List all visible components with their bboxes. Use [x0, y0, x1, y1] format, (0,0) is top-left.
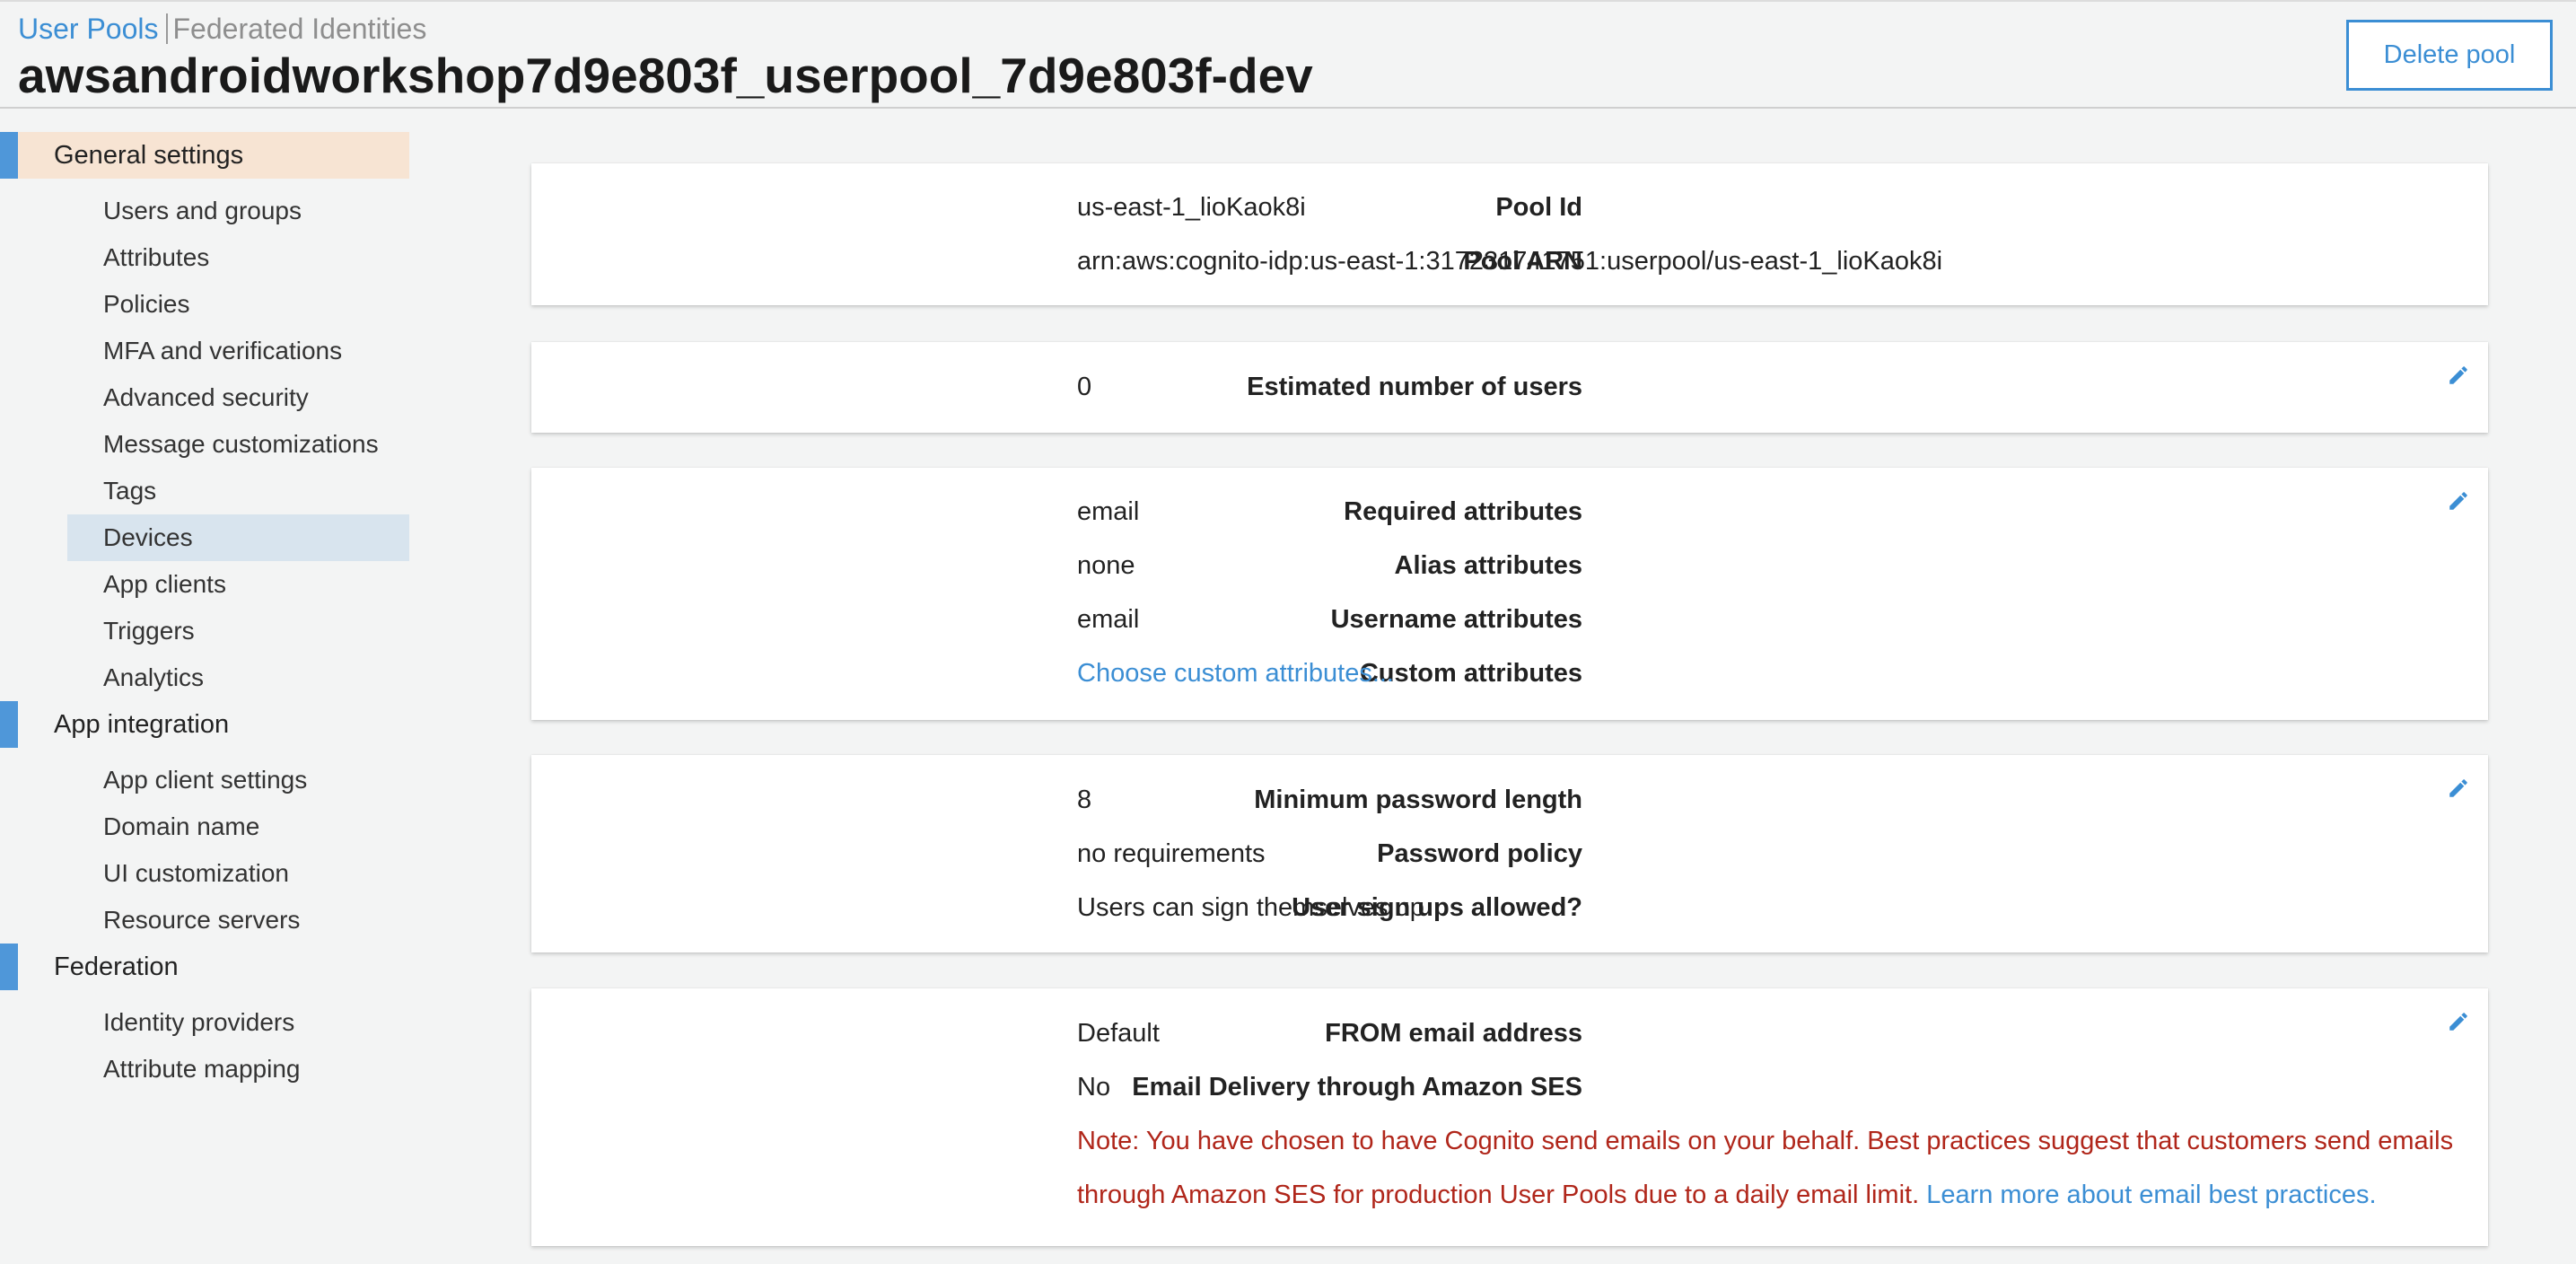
sidebar-section-label: App integration: [54, 710, 230, 739]
breadcrumb-separator: [165, 13, 168, 44]
sidebar-item-label: App clients: [103, 570, 226, 598]
email-card: FROM email address Default Email Deliver…: [531, 988, 2488, 1246]
email-best-practices-link[interactable]: Learn more about email best practices.: [1926, 1181, 2376, 1209]
min-password-length-label: Minimum password length: [1254, 786, 1582, 814]
user-signups-value: Users can sign themselves up: [1077, 893, 1424, 922]
sidebar-item-attribute-mapping[interactable]: Attribute mapping: [67, 1046, 409, 1093]
password-policy-card: Minimum password length 8 Password polic…: [531, 755, 2488, 952]
ses-delivery-row: Email Delivery through Amazon SES No: [531, 1060, 2488, 1114]
sidebar-item-label: Tags: [103, 477, 157, 505]
sidebar-section-label: General settings: [54, 141, 244, 170]
sidebar-item-resource-servers[interactable]: Resource servers: [67, 897, 409, 944]
sidebar-section-label: Federation: [54, 952, 179, 981]
pool-id-row: Pool Id us-east-1_lioKaok8i: [531, 180, 2488, 234]
sidebar-item-identity-providers[interactable]: Identity providers: [67, 999, 409, 1046]
sidebar-item-label: Identity providers: [103, 1008, 295, 1036]
sidebar-item-app-client-settings[interactable]: App client settings: [67, 757, 409, 803]
pencil-icon[interactable]: [2447, 777, 2470, 800]
ses-delivery-label: Email Delivery through Amazon SES: [1132, 1073, 1582, 1102]
password-policy-value: no requirements: [1077, 839, 1266, 868]
sidebar-item-advanced-security[interactable]: Advanced security: [67, 374, 409, 421]
user-signups-row: User sign ups allowed? Users can sign th…: [531, 881, 2488, 935]
sidebar-section-federation[interactable]: Federation: [0, 944, 409, 990]
custom-attributes-row: Custom attributes Choose custom attribut…: [531, 646, 2488, 700]
sidebar-item-message-customizations[interactable]: Message customizations: [67, 421, 409, 468]
required-attributes-label: Required attributes: [1344, 497, 1582, 526]
sidebar: General settings Users and groups Attrib…: [0, 109, 413, 1264]
sidebar-item-label: Users and groups: [103, 197, 302, 224]
password-policy-row: Password policy no requirements: [531, 827, 2488, 881]
pool-id-label: Pool Id: [1495, 193, 1582, 222]
sidebar-item-triggers[interactable]: Triggers: [67, 608, 409, 654]
sidebar-item-label: MFA and verifications: [103, 337, 343, 364]
sidebar-section-general-settings[interactable]: General settings: [0, 132, 409, 179]
page-title: awsandroidworkshop7d9e803f_userpool_7d9e…: [18, 48, 1313, 103]
sidebar-item-label: Advanced security: [103, 383, 309, 411]
sidebar-item-label: Devices: [103, 523, 193, 551]
sidebar-item-policies[interactable]: Policies: [67, 281, 409, 328]
username-attributes-value: email: [1077, 605, 1140, 634]
estimated-users-row: Estimated number of users 0: [531, 360, 2488, 414]
sidebar-item-label: Message customizations: [103, 430, 379, 458]
required-attributes-value: email: [1077, 497, 1140, 526]
breadcrumb: User Pools Federated Identities: [18, 11, 426, 47]
choose-custom-attributes-link[interactable]: Choose custom attributes...: [1077, 646, 1394, 700]
pencil-icon[interactable]: [2447, 364, 2470, 387]
sidebar-section-app-integration[interactable]: App integration: [0, 701, 409, 748]
ses-delivery-value: No: [1077, 1073, 1111, 1102]
pool-arn-value: arn:aws:cognito-idp:us-east-1:3172317417…: [1077, 247, 1943, 276]
sidebar-item-mfa-and-verifications[interactable]: MFA and verifications: [67, 328, 409, 374]
from-email-label: FROM email address: [1325, 1019, 1582, 1048]
sidebar-item-label: Triggers: [103, 617, 195, 645]
section-accent-bar: [0, 132, 18, 179]
sidebar-item-ui-customization[interactable]: UI customization: [67, 850, 409, 897]
breadcrumb-user-pools-link[interactable]: User Pools: [18, 13, 159, 45]
alias-attributes-label: Alias attributes: [1394, 551, 1583, 580]
page-header: User Pools Federated Identities awsandroi…: [0, 0, 2576, 109]
password-policy-label: Password policy: [1377, 839, 1582, 868]
sidebar-item-label: UI customization: [103, 859, 289, 887]
estimated-users-value: 0: [1077, 373, 1092, 401]
sidebar-item-label: Attributes: [103, 243, 210, 271]
sidebar-item-app-clients[interactable]: App clients: [67, 561, 409, 608]
users-card: Estimated number of users 0: [531, 342, 2488, 433]
required-attributes-row: Required attributes email: [531, 485, 2488, 539]
section-accent-bar: [0, 944, 18, 990]
sidebar-item-label: App client settings: [103, 766, 308, 794]
pool-id-value: us-east-1_lioKaok8i: [1077, 193, 1306, 222]
sidebar-item-label: Domain name: [103, 812, 260, 840]
pool-arn-row: Pool ARN arn:aws:cognito-idp:us-east-1:3…: [531, 234, 2488, 288]
pencil-icon[interactable]: [2447, 1010, 2470, 1033]
delete-pool-button[interactable]: Delete pool: [2346, 20, 2553, 91]
pool-info-card: Pool Id us-east-1_lioKaok8i Pool ARN arn…: [531, 163, 2488, 305]
alias-attributes-row: Alias attributes none: [531, 539, 2488, 592]
sidebar-item-analytics[interactable]: Analytics: [67, 654, 409, 701]
email-warning-note: Note: You have chosen to have Cognito se…: [1077, 1114, 2477, 1222]
breadcrumb-federated-identities-link[interactable]: Federated Identities: [173, 13, 427, 45]
from-email-row: FROM email address Default: [531, 1006, 2488, 1060]
username-attributes-row: Username attributes email: [531, 592, 2488, 646]
min-password-length-row: Minimum password length 8: [531, 773, 2488, 827]
attributes-card: Required attributes email Alias attribut…: [531, 468, 2488, 720]
sidebar-item-attributes[interactable]: Attributes: [67, 234, 409, 281]
sidebar-item-devices[interactable]: Devices: [67, 514, 409, 561]
sidebar-item-label: Policies: [103, 290, 190, 318]
sidebar-item-label: Resource servers: [103, 906, 301, 934]
min-password-length-value: 8: [1077, 786, 1092, 814]
sidebar-item-tags[interactable]: Tags: [67, 468, 409, 514]
estimated-users-label: Estimated number of users: [1247, 373, 1582, 401]
alias-attributes-value: none: [1077, 551, 1135, 580]
username-attributes-label: Username attributes: [1330, 605, 1582, 634]
sidebar-item-domain-name[interactable]: Domain name: [67, 803, 409, 850]
pencil-icon[interactable]: [2447, 489, 2470, 513]
sidebar-item-label: Analytics: [103, 663, 205, 691]
from-email-value: Default: [1077, 1019, 1160, 1048]
section-accent-bar: [0, 701, 18, 748]
sidebar-item-users-and-groups[interactable]: Users and groups: [67, 188, 409, 234]
sidebar-item-label: Attribute mapping: [103, 1055, 301, 1083]
